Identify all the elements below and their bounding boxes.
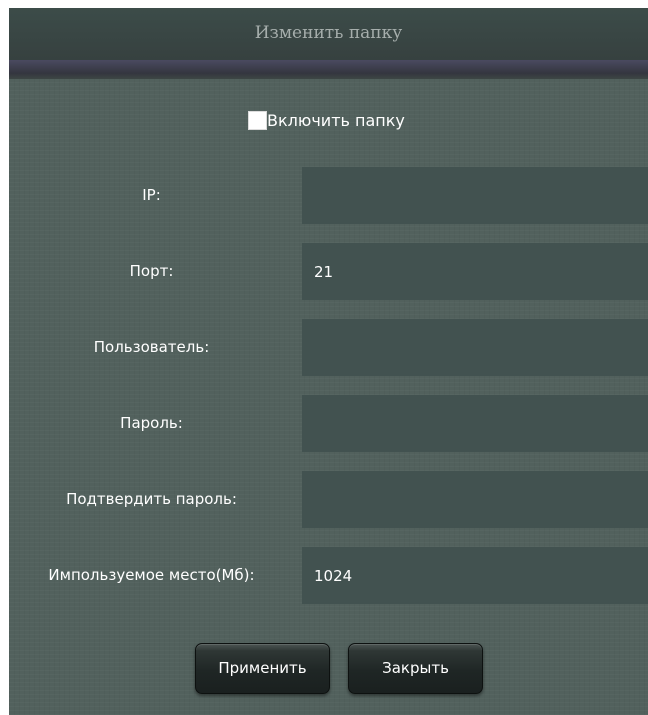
password-label: Пароль:: [120, 414, 183, 432]
titlebar-divider: [9, 60, 648, 79]
dialog-titlebar: Изменить папку: [9, 8, 648, 63]
used-space-label: Импользуемое место(Мб):: [48, 566, 255, 584]
password-input[interactable]: [302, 395, 648, 452]
user-input[interactable]: [302, 319, 648, 376]
ip-label: IP:: [142, 186, 161, 204]
port-input[interactable]: [302, 243, 648, 300]
enable-folder-row: Включить папку: [248, 108, 405, 132]
confirm-password-label: Подтвердить пароль:: [66, 490, 237, 508]
enable-folder-label[interactable]: Включить папку: [267, 111, 405, 130]
password-row: Пароль:: [9, 395, 648, 452]
used-space-input[interactable]: [302, 547, 648, 604]
user-row: Пользователь:: [9, 319, 648, 376]
edit-folder-dialog: Изменить папку Включить папку IP: Порт: …: [9, 8, 648, 715]
dialog-title: Изменить папку: [254, 23, 403, 43]
ip-row: IP:: [9, 167, 648, 224]
port-label: Порт:: [129, 262, 174, 280]
confirm-password-row: Подтвердить пароль:: [9, 471, 648, 528]
user-label: Пользователь:: [93, 338, 210, 356]
used-space-row: Импользуемое место(Мб):: [9, 547, 648, 604]
ip-input[interactable]: [302, 167, 648, 224]
confirm-password-input[interactable]: [302, 471, 648, 528]
apply-button[interactable]: Применить: [195, 643, 330, 694]
close-button[interactable]: Закрыть: [348, 643, 483, 694]
enable-folder-checkbox[interactable]: [248, 110, 267, 130]
port-row: Порт:: [9, 243, 648, 300]
